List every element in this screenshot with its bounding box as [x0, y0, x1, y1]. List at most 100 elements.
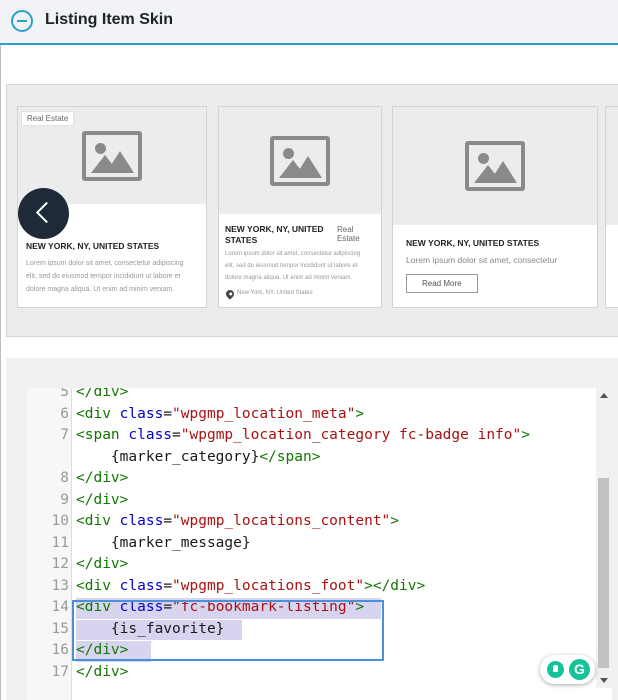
- skin-slider: Real Estate NEW YORK, NY, UNITED STATES …: [6, 84, 618, 337]
- code-text: </div>: [76, 490, 128, 512]
- skin-card-2[interactable]: NEW YORK, NY, UNITED STATES Real Estate …: [218, 106, 382, 308]
- code-token: <div: [76, 577, 120, 594]
- grammarly-icon[interactable]: G: [569, 659, 590, 680]
- code-text: <div class="wpgmp_locations_content">: [76, 511, 399, 533]
- line-number: 5: [60, 388, 69, 400]
- code-text: <div class="wpgmp_locations_foot"></div>: [76, 576, 425, 598]
- card-title-line: NEW YORK, NY, UNITED: [225, 224, 324, 234]
- code-token: </span>: [259, 448, 321, 465]
- code-line[interactable]: 11 {marker_message}: [27, 533, 597, 555]
- slider-prev-button[interactable]: [18, 188, 69, 239]
- card-thumbnail: [606, 107, 618, 225]
- card-text-line: elit, sed do eiusmod tempor incididunt u…: [26, 273, 181, 280]
- line-number: 6: [60, 405, 69, 422]
- code-line[interactable]: 12 </div>: [27, 554, 597, 576]
- code-line[interactable]: 17 </div>: [27, 662, 597, 684]
- card-title: NEW YORK, NY, UNITED STATES: [406, 238, 540, 248]
- panel-title: Listing Item Skin: [45, 11, 174, 28]
- line-number: 12: [51, 556, 69, 572]
- scroll-down-arrow-icon[interactable]: [600, 678, 608, 683]
- card-location: New York, NY, United States: [237, 290, 313, 296]
- category-badge: Real Estate: [332, 223, 381, 245]
- code-text: </div>: [76, 468, 128, 490]
- line-number: 14: [51, 599, 69, 615]
- line-number: 13: [51, 577, 69, 594]
- lightbulb-icon[interactable]: [547, 661, 564, 678]
- card-thumbnail: [393, 107, 597, 225]
- line-number: 16: [51, 642, 69, 658]
- card-title: NEW YORK, NY, UNITED STATES: [26, 241, 160, 251]
- code-token: class: [119, 577, 164, 594]
- code-token: </div>: [76, 470, 129, 486]
- code-token: <div: [76, 405, 120, 422]
- code-token: <div: [76, 513, 120, 529]
- image-placeholder-icon: [270, 135, 330, 186]
- line-number: 10: [51, 513, 69, 529]
- code-line[interactable]: 13 <div class="wpgmp_locations_foot"></di…: [27, 576, 597, 598]
- code-line[interactable]: 7 <span class="wpgmp_location_category fc…: [27, 425, 597, 447]
- card-text-line: dolore magna aliqua. Ut enim ad minim ve…: [26, 286, 175, 293]
- category-badge: Real Estate: [21, 111, 75, 126]
- image-placeholder-icon: [82, 130, 142, 181]
- code-text: </div>: [76, 554, 128, 576]
- code-line[interactable]: 9 </div>: [27, 490, 597, 512]
- code-token: "wpgmp_location_meta": [172, 405, 356, 422]
- code-token: >: [355, 405, 365, 422]
- selection-highlight-box: [72, 600, 384, 661]
- code-token: >: [390, 513, 400, 529]
- code-line[interactable]: 5 </div>: [27, 388, 597, 404]
- line-number: 8: [60, 470, 69, 486]
- code-token: =: [163, 513, 173, 529]
- code-line[interactable]: 8 </div>: [27, 468, 597, 490]
- code-token: "wpgmp_location_category fc-badge info": [180, 427, 522, 443]
- location-pin-icon: [224, 288, 236, 300]
- code-token: </div>: [76, 556, 129, 572]
- code-token: {marker_message}: [76, 534, 251, 551]
- code-token: >: [521, 427, 530, 443]
- code-token: class: [119, 405, 164, 422]
- line-number: 15: [51, 620, 69, 637]
- code-line[interactable]: 6 <div class="wpgmp_location_meta">: [27, 404, 597, 426]
- line-number: 17: [51, 663, 69, 680]
- image-placeholder-icon: [465, 141, 525, 191]
- code-token: "wpgmp_locations_foot": [172, 577, 365, 594]
- code-line[interactable]: 10 <div class="wpgmp_locations_content">: [27, 511, 597, 533]
- code-token: class: [119, 513, 164, 529]
- collapse-icon[interactable]: [11, 10, 33, 32]
- card-text: Lorem ipsum dolor sit amet, consectetur: [406, 255, 558, 265]
- code-token: =: [163, 405, 173, 422]
- card-text-line: dolore magna aliqua. Ut enim ad minim ve…: [225, 275, 353, 281]
- scroll-up-arrow-icon[interactable]: [600, 393, 608, 398]
- skin-card-3[interactable]: NEW YORK, NY, UNITED STATES Lorem ipsum …: [392, 106, 598, 308]
- code-token: <span: [76, 427, 129, 443]
- code-text: </div>: [76, 662, 128, 684]
- code-token: </div>: [76, 388, 129, 400]
- code-token: class: [128, 427, 173, 443]
- code-text: {marker_message}: [76, 533, 251, 555]
- code-text: {marker_category}</span>: [76, 447, 321, 469]
- code-token: =: [163, 577, 173, 594]
- code-text: <span class="wpgmp_location_category fc-…: [76, 425, 530, 447]
- code-token: =: [172, 427, 181, 443]
- card-thumbnail: [219, 107, 381, 214]
- grammarly-widget[interactable]: G: [540, 655, 595, 684]
- card-text-line: Lorem ipsum dolor sit amet, consectetur …: [225, 251, 361, 257]
- code-text: <div class="wpgmp_location_meta">: [76, 404, 364, 426]
- code-token: ></div>: [364, 577, 426, 594]
- scrollbar-thumb[interactable]: [598, 478, 609, 668]
- code-text: </div>: [76, 388, 128, 404]
- code-line[interactable]: {marker_category}</span>: [27, 447, 597, 469]
- card-text-line: elit, sed do eiusmod tempor incididunt u…: [225, 263, 358, 269]
- read-more-button[interactable]: Read More: [406, 274, 478, 293]
- line-number: 7: [60, 427, 69, 443]
- line-number: 11: [51, 534, 69, 551]
- code-token: "wpgmp_locations_content": [172, 513, 391, 529]
- code-token: </div>: [76, 491, 129, 508]
- card-text-line: Lorem ipsum dolor sit amet, consectetur …: [26, 260, 184, 267]
- panel-header[interactable]: Listing Item Skin: [0, 0, 618, 45]
- code-token: {marker_category}: [76, 448, 260, 465]
- code-token: </div>: [76, 663, 129, 680]
- card-title-line: STATES: [225, 235, 258, 245]
- line-number: 9: [60, 491, 69, 508]
- skin-card-4[interactable]: [605, 106, 618, 308]
